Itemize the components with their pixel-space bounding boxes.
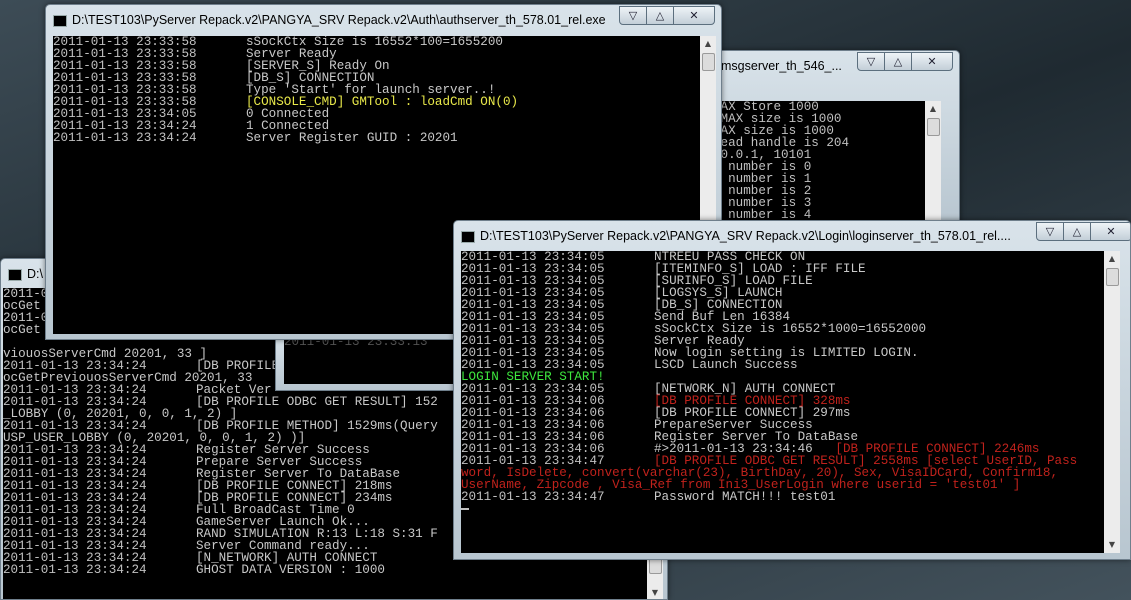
- cmd-icon: [8, 269, 22, 281]
- authserver-title: D:\TEST103\PyServer Repack.v2\PANGYA_SRV…: [72, 13, 606, 27]
- arrow-up-icon[interactable]: ▲: [700, 36, 716, 52]
- log-message: Server Register GUID : 20201: [246, 131, 458, 145]
- log-timestamp: 2011-01-13 23:34:24: [53, 131, 197, 145]
- msgserver-console[interactable]: MAX Store 1000 MAX size is 1000 MAX size …: [713, 101, 941, 224]
- log-timestamp: 2011-01-13 23:34:24: [3, 563, 147, 577]
- minimize-button[interactable]: ▽: [1036, 222, 1064, 241]
- background-console-window[interactable]: 2011-01-13 23:33:13: [275, 335, 465, 391]
- close-button[interactable]: ✕: [911, 52, 953, 71]
- console-line: 2011-01-13 23:34:24 GHOST DATA VERSION : …: [3, 563, 647, 577]
- arrow-down-icon[interactable]: ▼: [1104, 537, 1120, 553]
- scroll-thumb[interactable]: [702, 53, 715, 71]
- msgserver-title: msgserver_th_546_...: [721, 59, 842, 73]
- arrow-up-icon[interactable]: ▲: [925, 101, 941, 117]
- scroll-thumb[interactable]: [1106, 268, 1119, 286]
- console-line: 2011-01-13 23:34:24 Server Register GUID …: [53, 131, 700, 145]
- loginserver-window[interactable]: D:\TEST103\PyServer Repack.v2\PANGYA_SRV…: [453, 220, 1131, 560]
- minimize-button[interactable]: ▽: [857, 52, 885, 71]
- loginserver-titlebar[interactable]: D:\TEST103\PyServer Repack.v2\PANGYA_SRV…: [454, 221, 1130, 251]
- maximize-button[interactable]: △: [884, 52, 912, 71]
- authserver-titlebar[interactable]: D:\TEST103\PyServer Repack.v2\PANGYA_SRV…: [46, 5, 721, 35]
- minimize-button[interactable]: ▽: [619, 6, 647, 25]
- close-button[interactable]: ✕: [1090, 222, 1130, 241]
- console-prompt[interactable]: [461, 503, 1106, 515]
- log-message: LSCD Launch Success: [654, 358, 798, 372]
- log-message: ocGet: [3, 323, 41, 337]
- loginserver-scrollbar[interactable]: ▲ ▼: [1104, 251, 1120, 553]
- msgserver-window[interactable]: msgserver_th_546_... ▽ △ ✕ MAX Store 100…: [700, 50, 960, 225]
- arrow-down-icon[interactable]: ▼: [647, 585, 663, 599]
- msgserver-scrollbar[interactable]: ▲: [925, 101, 941, 224]
- gameserver-title: D:\: [27, 267, 43, 281]
- arrow-up-icon[interactable]: ▲: [1104, 251, 1120, 267]
- log-message: GHOST DATA VERSION : 1000: [196, 563, 385, 577]
- log-timestamp: 2011-01-13 23:34:47: [461, 490, 605, 504]
- console-line: 2011-01-13 23:34:47 Password MATCH!!! tes…: [461, 490, 1106, 504]
- maximize-button[interactable]: △: [1063, 222, 1091, 241]
- cmd-icon: [53, 15, 67, 27]
- maximize-button[interactable]: △: [646, 6, 674, 25]
- loginserver-console[interactable]: 2011-01-13 23:34:05 NTREEU PASS CHECK ON 2…: [461, 251, 1106, 553]
- scroll-thumb[interactable]: [927, 118, 940, 136]
- msgserver-titlebar[interactable]: msgserver_th_546_... ▽ △ ✕: [701, 51, 959, 81]
- close-button[interactable]: ✕: [673, 6, 715, 25]
- cmd-icon: [461, 231, 475, 243]
- loginserver-title: D:\TEST103\PyServer Repack.v2\PANGYA_SRV…: [480, 229, 1011, 243]
- log-message: Password MATCH!!! test01: [654, 490, 836, 504]
- text-cursor: [461, 507, 469, 510]
- background-console: 2011-01-13 23:33:13: [284, 336, 464, 384]
